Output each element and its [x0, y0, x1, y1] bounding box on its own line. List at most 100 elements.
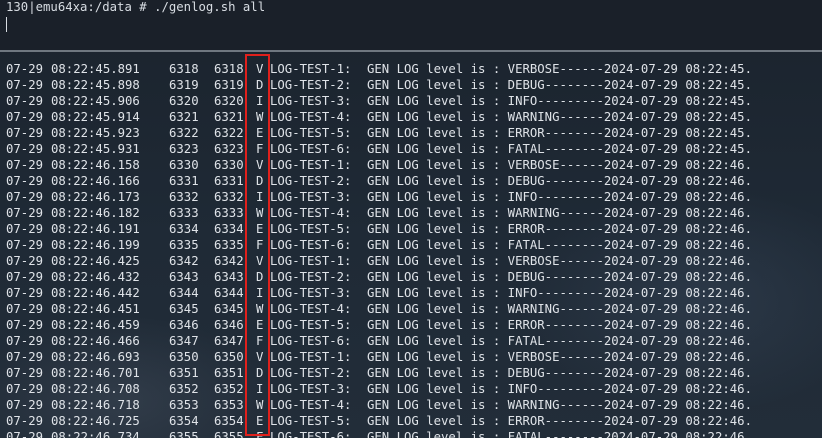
log-message: GEN LOG level is : ERROR--------2024-07-… — [367, 222, 752, 236]
log-date: 07-29 — [6, 382, 44, 396]
log-time: 08:22:46.459 — [51, 318, 140, 332]
log-tid: 6335 — [214, 238, 244, 252]
log-tag: LOG-TEST-3: — [270, 94, 352, 108]
log-level: I — [256, 382, 264, 396]
command-prompt: 130|emu64xa:/data # ./genlog.sh all — [6, 0, 266, 14]
log-tid: 6322 — [214, 126, 244, 140]
log-tid: 6355 — [214, 430, 244, 438]
log-tag: LOG-TEST-2: — [270, 366, 352, 380]
log-time: 08:22:46.708 — [51, 382, 140, 396]
log-pid: 6318 — [169, 62, 199, 76]
log-message: GEN LOG level is : FATAL--------2024-07-… — [367, 142, 752, 156]
log-date: 07-29 — [6, 190, 44, 204]
log-level: W — [256, 206, 264, 220]
log-level: D — [256, 270, 264, 284]
log-tid: 6344 — [214, 286, 244, 300]
pane-divider[interactable] — [0, 50, 822, 52]
log-date: 07-29 — [6, 366, 44, 380]
log-tid: 6321 — [214, 110, 244, 124]
log-time: 08:22:46.693 — [51, 350, 140, 364]
log-pid: 6346 — [169, 318, 199, 332]
log-pid: 6350 — [169, 350, 199, 364]
log-tid: 6334 — [214, 222, 244, 236]
log-tid: 6350 — [214, 350, 244, 364]
log-tag: LOG-TEST-6: — [270, 334, 352, 348]
log-level: F — [256, 238, 264, 252]
log-date: 07-29 — [6, 238, 44, 252]
log-message: GEN LOG level is : ERROR--------2024-07-… — [367, 318, 752, 332]
log-pid: 6333 — [169, 206, 199, 220]
log-tag: LOG-TEST-5: — [270, 222, 352, 236]
log-time: 08:22:45.923 — [51, 126, 140, 140]
log-tid: 6332 — [214, 190, 244, 204]
log-date: 07-29 — [6, 430, 44, 438]
log-time: 08:22:45.891 — [51, 62, 140, 76]
log-level: E — [256, 414, 264, 428]
log-tag: LOG-TEST-1: — [270, 62, 352, 76]
log-pid: 6351 — [169, 366, 199, 380]
log-pid: 6352 — [169, 382, 199, 396]
log-message: GEN LOG level is : FATAL--------2024-07-… — [367, 430, 752, 438]
log-date: 07-29 — [6, 414, 44, 428]
log-time: 08:22:46.734 — [51, 430, 140, 438]
log-time: 08:22:46.199 — [51, 238, 140, 252]
log-pid: 6330 — [169, 158, 199, 172]
log-date: 07-29 — [6, 222, 44, 236]
log-tid: 6354 — [214, 414, 244, 428]
log-tag: LOG-TEST-5: — [270, 318, 352, 332]
log-level: V — [256, 158, 264, 172]
log-pid: 6345 — [169, 302, 199, 316]
log-tag: LOG-TEST-4: — [270, 302, 352, 316]
log-message: GEN LOG level is : WARNING------2024-07-… — [367, 398, 752, 412]
log-tag: LOG-TEST-1: — [270, 254, 352, 268]
log-tid: 6342 — [214, 254, 244, 268]
log-message: GEN LOG level is : INFO---------2024-07-… — [367, 94, 752, 108]
log-message: GEN LOG level is : DEBUG--------2024-07-… — [367, 366, 752, 380]
log-date: 07-29 — [6, 174, 44, 188]
log-message: GEN LOG level is : DEBUG--------2024-07-… — [367, 174, 752, 188]
log-time: 08:22:46.442 — [51, 286, 140, 300]
log-date: 07-29 — [6, 286, 44, 300]
log-message: GEN LOG level is : DEBUG--------2024-07-… — [367, 78, 752, 92]
log-pid: 6335 — [169, 238, 199, 252]
log-tag: LOG-TEST-5: — [270, 414, 352, 428]
log-time: 08:22:46.191 — [51, 222, 140, 236]
log-level: I — [256, 286, 264, 300]
log-tid: 6318 — [214, 62, 244, 76]
log-date: 07-29 — [6, 398, 44, 412]
command-pane[interactable]: 130|emu64xa:/data # ./genlog.sh all — [0, 0, 822, 50]
log-tag: LOG-TEST-3: — [270, 286, 352, 300]
log-message: GEN LOG level is : VERBOSE------2024-07-… — [367, 158, 752, 172]
log-date: 07-29 — [6, 302, 44, 316]
log-message: GEN LOG level is : DEBUG--------2024-07-… — [367, 270, 752, 284]
log-level: W — [256, 110, 264, 124]
log-tid: 6323 — [214, 142, 244, 156]
log-time: 08:22:46.432 — [51, 270, 140, 284]
text-cursor — [6, 17, 7, 32]
log-time: 08:22:46.701 — [51, 366, 140, 380]
log-date: 07-29 — [6, 62, 44, 76]
log-tag: LOG-TEST-2: — [270, 270, 352, 284]
log-tid: 6331 — [214, 174, 244, 188]
log-tag: LOG-TEST-1: — [270, 350, 352, 364]
log-pid: 6353 — [169, 398, 199, 412]
log-output[interactable]: 07-29 08:22:45.891 6318 6318 V LOG-TEST-1: GEN… — [0, 61, 822, 438]
log-tid: 6347 — [214, 334, 244, 348]
log-message: GEN LOG level is : ERROR--------2024-07-… — [367, 126, 752, 140]
log-date: 07-29 — [6, 142, 44, 156]
log-message: GEN LOG level is : FATAL--------2024-07-… — [367, 334, 752, 348]
log-level: F — [256, 142, 264, 156]
log-message: GEN LOG level is : ERROR--------2024-07-… — [367, 414, 752, 428]
log-date: 07-29 — [6, 254, 44, 268]
log-message: GEN LOG level is : FATAL--------2024-07-… — [367, 238, 752, 252]
log-level: D — [256, 78, 264, 92]
log-time: 08:22:46.466 — [51, 334, 140, 348]
log-level: D — [256, 174, 264, 188]
log-level: E — [256, 318, 264, 332]
log-tid: 6353 — [214, 398, 244, 412]
log-time: 08:22:46.173 — [51, 190, 140, 204]
log-tag: LOG-TEST-4: — [270, 206, 352, 220]
log-message: GEN LOG level is : VERBOSE------2024-07-… — [367, 62, 752, 76]
log-date: 07-29 — [6, 206, 44, 220]
log-time: 08:22:45.914 — [51, 110, 140, 124]
